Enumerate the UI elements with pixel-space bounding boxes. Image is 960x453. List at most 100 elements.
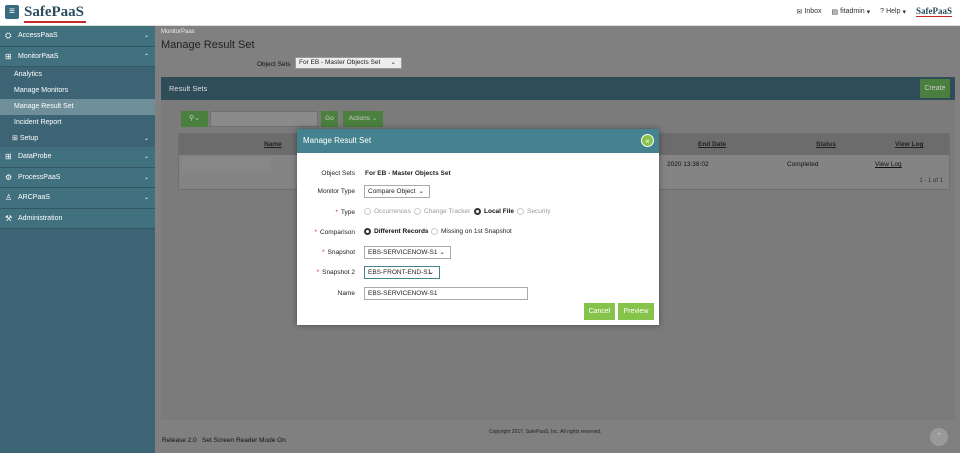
snapshot2-select[interactable]: EBS-FRONT-END-S1 ⌄ bbox=[364, 266, 440, 279]
dialog-header: Manage Result Set × bbox=[297, 129, 659, 153]
sidebar-item-label: DataProbe bbox=[18, 153, 52, 160]
setup-icon: ⊞ bbox=[12, 135, 18, 142]
name-label: Name bbox=[337, 290, 355, 297]
type-security-radio[interactable]: Security bbox=[517, 208, 550, 215]
status-cell: Completed bbox=[787, 161, 819, 168]
close-icon[interactable]: × bbox=[641, 134, 654, 147]
sidebar-sub-manage-result-set[interactable]: Manage Result Set bbox=[0, 99, 155, 115]
type-change-tracker-radio[interactable]: Change Tracker bbox=[414, 208, 470, 215]
snapshot-value: EBS-SERVICENOW-S1 bbox=[368, 249, 438, 256]
go-button[interactable]: Go bbox=[321, 111, 338, 127]
required-marker: * bbox=[314, 229, 317, 236]
column-header-name[interactable]: Name bbox=[264, 141, 282, 148]
column-header-status[interactable]: Status bbox=[816, 141, 836, 148]
chevron-down-icon: ⌄ bbox=[371, 115, 378, 122]
name-row: Name EBS-SERVICENOW-S1 bbox=[297, 287, 659, 301]
end-date-cell: 2020 13:38:02 bbox=[667, 161, 709, 168]
radio-label: Change Tracker bbox=[424, 208, 471, 215]
sidebar-sub-setup[interactable]: ⊞ Setup ⌄ bbox=[0, 131, 155, 147]
breadcrumb[interactable]: MonitorPaas bbox=[161, 29, 195, 35]
sidebar-item-accesspaas[interactable]: ⛭ AccessPaaS ⌄ bbox=[0, 26, 155, 47]
object-sets-label: Object Sets bbox=[321, 170, 355, 177]
comparison-missing-radio[interactable]: Missing on 1st Snapshot bbox=[431, 228, 512, 235]
sidebar-item-arcpaas[interactable]: ♙ ARCPaaS ⌄ bbox=[0, 188, 155, 209]
sidebar-item-monitorpaas[interactable]: ⊞ MonitorPaaS ⌃ bbox=[0, 46, 155, 67]
chevron-down-icon: ⌄ bbox=[428, 269, 434, 276]
envelope-icon: ✉ bbox=[796, 8, 803, 16]
object-sets-row: Object Sets For EB - Master Objects Set bbox=[297, 167, 659, 181]
sidebar-sub-incident-report[interactable]: Incident Report bbox=[0, 115, 155, 131]
type-local-file-radio[interactable]: Local File bbox=[474, 208, 514, 215]
caret-down-icon: ▾ bbox=[866, 8, 871, 16]
monitor-type-label: Monitor Type bbox=[317, 188, 355, 195]
help-label: Help bbox=[886, 8, 901, 15]
help-menu[interactable]: ? Help ▾ bbox=[880, 8, 906, 16]
radio-label: Occurrences bbox=[374, 208, 411, 215]
top-bar: ≡ SafePaaS ✉ Inbox ▤ fitadmin ▾ ? Help ▾ Safe… bbox=[0, 0, 960, 26]
sidebar-item-administration[interactable]: ⚒ Administration bbox=[0, 208, 155, 229]
help-icon: ? bbox=[880, 8, 885, 15]
wrench-icon: ⚒ bbox=[5, 213, 13, 223]
type-label: * Type bbox=[335, 209, 355, 216]
sidebar-item-label: ProcessPaaS bbox=[18, 173, 61, 181]
chevron-down-icon: ⌄ bbox=[143, 195, 149, 201]
monitor-type-value: Compare Object bbox=[368, 188, 416, 195]
result-sets-header: Result Sets Create bbox=[161, 77, 955, 100]
radio-label: Missing on 1st Snapshot bbox=[441, 228, 512, 235]
actions-label: Actions bbox=[348, 115, 371, 122]
user-label: fitadmin bbox=[840, 8, 865, 15]
comparison-label: * Comparison bbox=[314, 229, 355, 236]
inbox-label: Inbox bbox=[804, 8, 822, 15]
column-header-view-log[interactable]: View Log bbox=[895, 141, 923, 148]
screen-reader-link[interactable]: Set Screen Reader Mode On bbox=[202, 437, 286, 444]
chevron-down-icon: ⌄ bbox=[439, 249, 445, 256]
copyright: Copyright 2017, SafePaaS, Inc. All right… bbox=[489, 429, 602, 435]
user-menu[interactable]: ▤ fitadmin ▾ bbox=[832, 8, 871, 16]
cancel-button[interactable]: Cancel bbox=[584, 303, 615, 320]
menu-icon[interactable]: ≡ bbox=[5, 5, 19, 19]
view-log-link[interactable]: View Log bbox=[875, 161, 902, 168]
sidebar-sub-manage-monitors[interactable]: Manage Monitors bbox=[0, 83, 155, 99]
radio-label: Security bbox=[527, 208, 551, 215]
comparison-label-text: Comparison bbox=[319, 229, 355, 236]
chevron-down-icon: ⌄ bbox=[143, 33, 149, 39]
radio-circle bbox=[431, 228, 438, 235]
snapshot-label: * Snapshot bbox=[322, 249, 355, 256]
object-sets-label: Object Sets bbox=[257, 61, 291, 68]
snapshot-select[interactable]: EBS-SERVICENOW-S1 ⌄ bbox=[364, 246, 451, 259]
monitor-type-select[interactable]: Compare Object ⌄ bbox=[364, 185, 430, 198]
column-header-end-date[interactable]: End Date bbox=[698, 141, 726, 148]
radio-circle bbox=[517, 208, 524, 215]
chevron-down-icon: ⌄ bbox=[143, 136, 149, 142]
sidebar-item-processpaas[interactable]: ⚙ ProcessPaaS ⌄ bbox=[0, 167, 155, 188]
actions-button[interactable]: Actions ⌄ bbox=[343, 111, 383, 127]
object-sets-select[interactable]: For EB - Master Objects Set ⌄ bbox=[295, 57, 402, 69]
name-input[interactable]: EBS-SERVICENOW-S1 bbox=[364, 287, 528, 300]
radio-circle bbox=[414, 208, 421, 215]
mini-logo: SafePaaS bbox=[916, 6, 952, 17]
sidebar-item-label: ARCPaaS bbox=[18, 194, 50, 201]
type-occurrences-radio[interactable]: Occurrences bbox=[364, 208, 411, 215]
search-column-button[interactable]: ⚲⌄ bbox=[181, 111, 208, 127]
arc-icon: ♙ bbox=[5, 193, 13, 202]
snapshot2-label: * Snapshot 2 bbox=[317, 269, 355, 276]
snapshot-label-text: Snapshot bbox=[327, 249, 355, 256]
process-icon: ⚙ bbox=[5, 172, 13, 182]
object-sets-value: For EB - Master Objects Set bbox=[365, 170, 451, 177]
inbox-link[interactable]: ✉ Inbox bbox=[797, 8, 822, 16]
safepaas-logo[interactable]: SafePaaS bbox=[24, 4, 84, 21]
snapshot2-row: * Snapshot 2 EBS-FRONT-END-S1 ⌄ bbox=[297, 266, 659, 280]
comparison-different-records-radio[interactable]: Different Records bbox=[364, 228, 429, 235]
chevron-down-icon: ⌄ bbox=[390, 59, 396, 66]
required-marker: * bbox=[316, 269, 320, 276]
page-title: Manage Result Set bbox=[161, 39, 255, 51]
sidebar-item-dataprobe[interactable]: ⊞ DataProbe ⌄ bbox=[0, 147, 155, 168]
radio-circle bbox=[364, 208, 371, 215]
sidebar-sub-analytics[interactable]: Analytics bbox=[0, 67, 155, 83]
create-button[interactable]: Create bbox=[920, 79, 950, 98]
preview-button[interactable]: Preview bbox=[618, 303, 654, 320]
scroll-top-button[interactable]: ⌃ bbox=[930, 428, 948, 446]
required-marker: * bbox=[322, 249, 325, 256]
search-input[interactable] bbox=[210, 111, 318, 127]
monitor-type-row: Monitor Type Compare Object ⌄ bbox=[297, 185, 659, 199]
